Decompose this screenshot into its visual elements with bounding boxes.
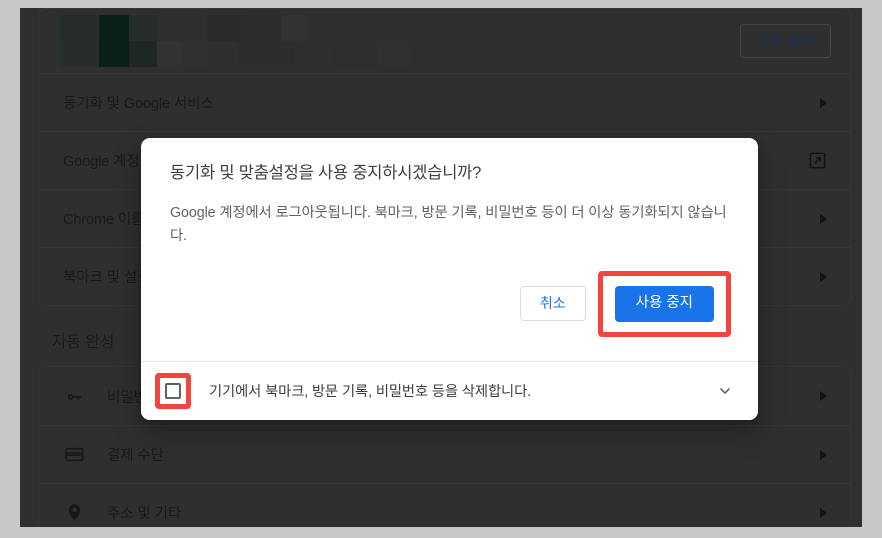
account-row[interactable]: 사용 중지 bbox=[39, 9, 851, 73]
arrow-right-icon bbox=[820, 271, 827, 282]
screen: 사용 중지 동기화 및 Google 서비스 Google 계정 Chrome … bbox=[0, 0, 882, 538]
dialog-body: 동기화 및 맞춤설정을 사용 중지하시겠습니까? Google 계정에서 로그아… bbox=[141, 138, 758, 249]
row-addresses-and-more[interactable]: 주소 및 기타 bbox=[39, 483, 851, 527]
arrow-right-icon bbox=[820, 97, 827, 108]
turn-off-sync-dialog: 동기화 및 맞춤설정을 사용 중지하시겠습니까? Google 계정에서 로그아… bbox=[141, 138, 758, 420]
row-sync-and-google-services[interactable]: 동기화 및 Google 서비스 bbox=[39, 73, 851, 131]
delete-data-label: 기기에서 북마크, 방문 기록, 비밀번호 등을 삭제합니다. bbox=[209, 384, 532, 401]
dialog-description: Google 계정에서 로그아웃됩니다. 북마크, 방문 기록, 비밀번호 등이… bbox=[170, 205, 727, 245]
row-label: 결제 수단 bbox=[107, 448, 164, 464]
arrow-right-icon bbox=[820, 213, 827, 224]
credit-card-icon bbox=[63, 444, 85, 466]
row-label: 주소 및 기타 bbox=[107, 506, 182, 522]
arrow-right-icon bbox=[820, 391, 827, 401]
delete-data-row[interactable]: 기기에서 북마크, 방문 기록, 비밀번호 등을 삭제합니다. bbox=[141, 360, 758, 420]
checkbox-highlight-annotation bbox=[155, 372, 191, 409]
confirm-button-highlight-annotation: 사용 중지 bbox=[597, 270, 731, 337]
turn-off-sync-button[interactable]: 사용 중지 bbox=[739, 24, 831, 58]
row-label: 동기화 및 Google 서비스 bbox=[63, 96, 214, 112]
redacted-account-info bbox=[61, 15, 411, 67]
confirm-turn-off-button[interactable]: 사용 중지 bbox=[614, 285, 714, 322]
dialog-title: 동기화 및 맞춤설정을 사용 중지하시겠습니까? bbox=[170, 164, 482, 182]
delete-data-checkbox[interactable] bbox=[165, 382, 181, 399]
arrow-right-icon bbox=[820, 449, 827, 460]
arrow-right-icon bbox=[820, 507, 827, 518]
dialog-actions: 취소 사용 중지 bbox=[141, 249, 758, 361]
cancel-button[interactable]: 취소 bbox=[519, 285, 586, 322]
chevron-down-icon[interactable] bbox=[718, 384, 732, 398]
location-pin-icon bbox=[63, 502, 85, 524]
external-link-icon bbox=[808, 151, 827, 170]
key-icon bbox=[63, 385, 85, 407]
row-payment-methods[interactable]: 결제 수단 bbox=[39, 425, 851, 483]
